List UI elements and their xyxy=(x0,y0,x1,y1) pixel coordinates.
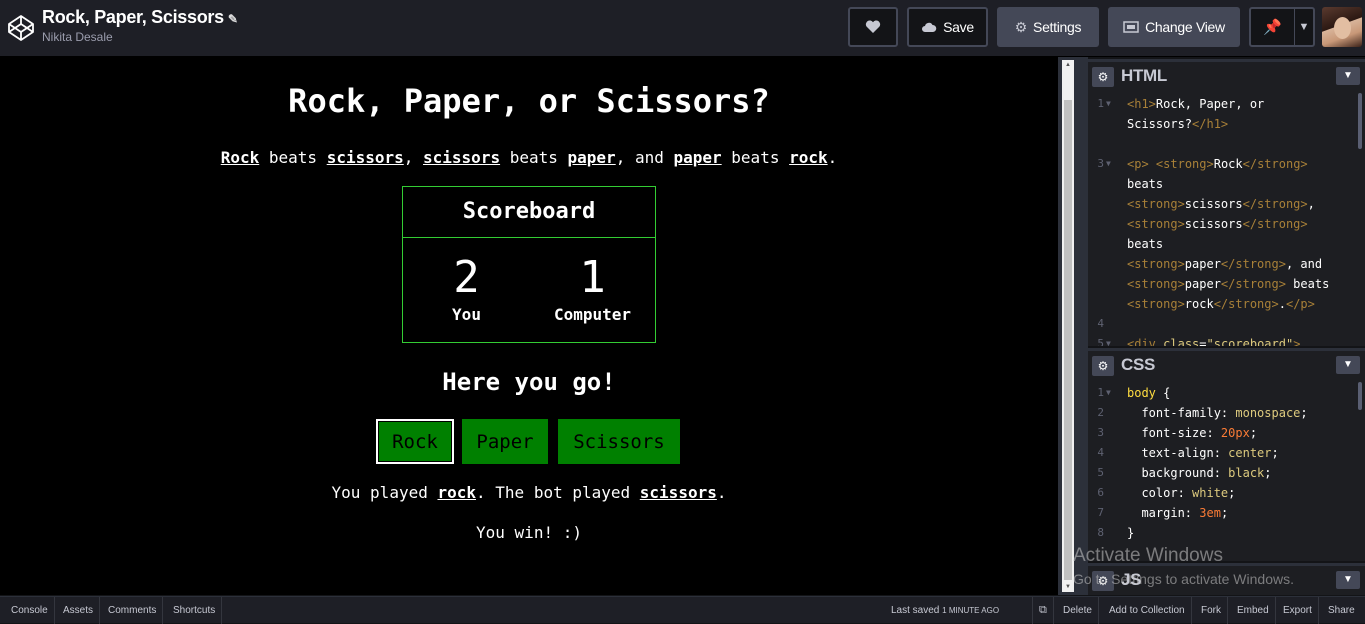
html-line-number xyxy=(1088,134,1358,154)
scissors-button[interactable]: Scissors xyxy=(558,419,680,464)
share-button[interactable]: Share xyxy=(1322,597,1361,624)
fork-button[interactable]: Fork xyxy=(1195,597,1228,624)
round-result: You played rock. The bot played scissors… xyxy=(331,483,727,502)
delete-button[interactable]: Delete xyxy=(1057,597,1099,624)
change-view-button[interactable]: Change View xyxy=(1108,7,1240,47)
scroll-up-icon[interactable]: ▲ xyxy=(1062,60,1074,70)
pin-icon[interactable]: 📌 xyxy=(1251,18,1294,36)
scoreboard: Scoreboard 2 You 1 Computer xyxy=(402,186,656,343)
codepen-logo-icon[interactable] xyxy=(7,14,35,42)
html-editor-scrollbar[interactable] xyxy=(1358,93,1362,149)
css-declaration: 3 font-size: 20px; xyxy=(1097,426,1258,440)
css-settings-gear-icon[interactable]: ⚙ xyxy=(1092,356,1114,376)
css-editor-scrollbar[interactable] xyxy=(1358,382,1362,410)
edit-pencil-icon[interactable]: ✎ xyxy=(228,12,238,26)
save-button[interactable]: Save xyxy=(907,7,988,47)
prompt-heading: Here you go! xyxy=(442,368,616,396)
settings-label: Settings xyxy=(1033,19,1082,35)
page-heading: Rock, Paper, or Scissors? xyxy=(288,82,770,120)
comments-button[interactable]: Comments xyxy=(102,597,164,624)
paper-button[interactable]: Paper xyxy=(462,419,548,464)
css-pane-title: CSS xyxy=(1121,355,1156,374)
html-pane-chevron-down-icon[interactable]: ▼ xyxy=(1336,67,1360,85)
css-declaration: 7 margin: 3em; xyxy=(1097,506,1229,520)
activate-windows-title: Activate Windows xyxy=(1073,545,1223,566)
last-saved-status: Last saved 1 MINUTE AGO xyxy=(891,605,1000,616)
computer-score: 1 xyxy=(579,252,606,303)
rock-button[interactable]: Rock xyxy=(376,419,454,464)
css-pane-header: ⚙ CSS ▼ xyxy=(1088,348,1365,378)
html-settings-gear-icon[interactable]: ⚙ xyxy=(1092,67,1114,87)
add-to-collection-button[interactable]: Add to Collection xyxy=(1103,597,1192,624)
computer-score-column: 1 Computer xyxy=(529,252,656,325)
js-pane-chevron-down-icon[interactable]: ▼ xyxy=(1336,571,1360,589)
result-preview: Rock, Paper, or Scissors? Rock beats sci… xyxy=(0,57,1058,595)
layout-icon xyxy=(1123,21,1139,33)
css-editor[interactable]: 1 ▼ body { 2 font-family: monospace; 3 font… xyxy=(1088,378,1365,561)
computer-score-label: Computer xyxy=(553,305,632,324)
pen-title[interactable]: Rock, Paper, Scissors ✎ xyxy=(42,7,238,28)
embed-button[interactable]: Embed xyxy=(1231,597,1276,624)
open-external-icon[interactable]: ⧉ xyxy=(1032,597,1054,624)
game-outcome: You win! :) xyxy=(476,523,582,542)
css-declaration: 2 font-family: monospace; xyxy=(1097,406,1308,420)
top-bar: Rock, Paper, Scissors ✎ Nikita Desale Sav… xyxy=(0,0,1365,57)
html-pane-title: HTML xyxy=(1121,66,1168,85)
activate-windows-subtitle: Go to Settings to activate Windows. xyxy=(1073,571,1294,587)
heart-icon xyxy=(865,20,881,33)
user-score-label: You xyxy=(452,305,481,324)
preview-scroll-thumb[interactable] xyxy=(1064,100,1072,580)
html-editor[interactable]: 1 ▼ 3 ▼ 4 5 ▼ <h1>Rock, Paper, or Scissors?</h… xyxy=(1088,89,1365,346)
assets-button[interactable]: Assets xyxy=(57,597,101,624)
settings-button[interactable]: ⚙ Settings xyxy=(997,7,1099,47)
user-avatar[interactable] xyxy=(1322,7,1362,47)
save-label: Save xyxy=(943,19,974,35)
html-pane-header: ⚙ HTML ▼ xyxy=(1088,59,1365,89)
css-declaration: 6 color: white; xyxy=(1097,486,1236,500)
console-button[interactable]: Console xyxy=(5,597,55,624)
css-declaration: 4 text-align: center; xyxy=(1097,446,1279,460)
css-declaration: 5 background: black; xyxy=(1097,466,1272,480)
like-button[interactable] xyxy=(848,7,898,47)
export-button[interactable]: Export xyxy=(1277,597,1319,624)
css-pane-chevron-down-icon[interactable]: ▼ xyxy=(1336,356,1360,374)
change-view-label: Change View xyxy=(1145,19,1225,35)
cloud-icon xyxy=(922,22,937,32)
rules-text: Rock beats scissors, scissors beats pape… xyxy=(220,148,838,167)
html-line-number: 4 xyxy=(1097,317,1104,330)
gear-icon: ⚙ xyxy=(1014,18,1028,35)
pin-button[interactable]: 📌 ▼ xyxy=(1249,7,1315,47)
user-score: 2 xyxy=(453,252,480,303)
footer-bar: Console Assets Comments Shortcuts Last s… xyxy=(0,596,1365,624)
user-score-column: 2 You xyxy=(403,252,530,325)
chevron-down-icon[interactable]: ▼ xyxy=(1293,9,1313,45)
scoreboard-title: Scoreboard xyxy=(403,187,655,238)
author-name[interactable]: Nikita Desale xyxy=(42,30,113,44)
shortcuts-button[interactable]: Shortcuts xyxy=(167,597,223,624)
